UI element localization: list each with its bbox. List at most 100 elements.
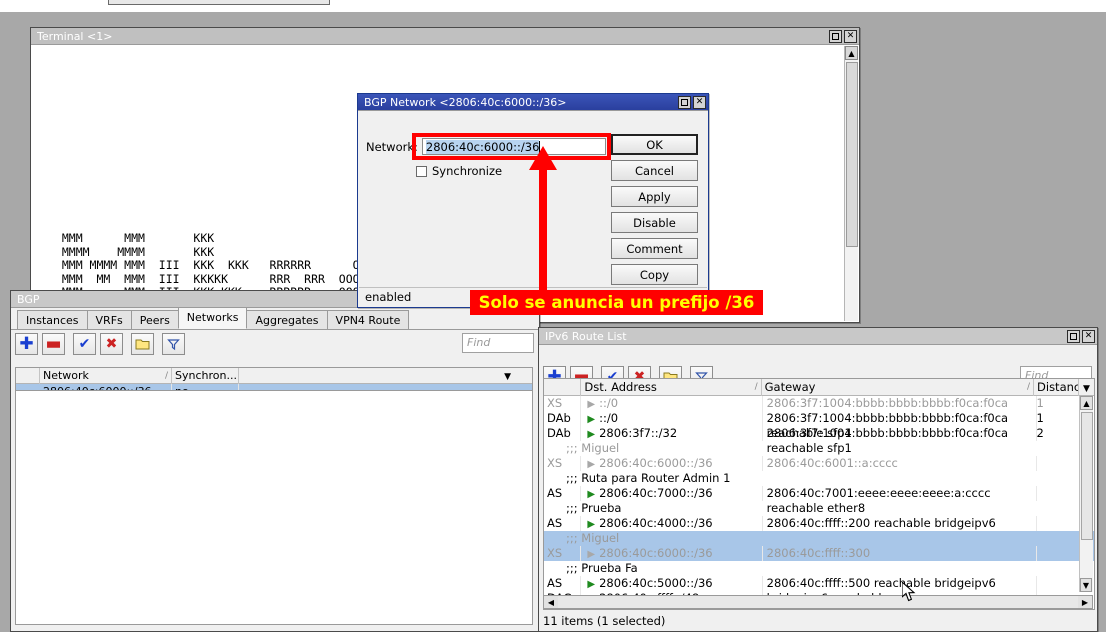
- scroll-thumb[interactable]: [1081, 412, 1093, 540]
- cancel-button[interactable]: Cancel: [611, 160, 698, 181]
- route-comment-row[interactable]: ;;; Miguel: [544, 531, 1094, 546]
- disable-button[interactable]: Disable: [611, 212, 698, 233]
- route-dst-address: ▶2806:40c:5000::/36: [581, 576, 762, 591]
- filter-button[interactable]: [162, 333, 185, 355]
- comment-button[interactable]: Comment: [611, 238, 698, 259]
- enable-button[interactable]: ✔: [73, 333, 96, 355]
- route-dst-text: 2806:40c:5000::/36: [599, 576, 713, 590]
- route-dst-address: ▶2806:3f7::/32: [581, 426, 762, 441]
- route-list-titlebar[interactable]: IPv6 Route List ✕: [539, 328, 1097, 345]
- close-icon[interactable]: ✕: [1082, 330, 1095, 343]
- sort-ascending-icon: /: [1027, 379, 1030, 396]
- tab-vpn4-route[interactable]: VPN4 Route: [327, 310, 410, 329]
- networks-list-body[interactable]: [15, 391, 533, 625]
- route-flags: DAb: [544, 411, 581, 426]
- tab-peers[interactable]: Peers: [131, 310, 179, 329]
- maximize-icon[interactable]: [678, 96, 691, 109]
- route-dst-address: ▶2806:40c:4000::/36: [581, 516, 762, 531]
- sort-ascending-icon: /: [165, 368, 168, 384]
- route-row[interactable]: DAb▶::/02806:3f7:1004:bbbb:bbbb:bbbb:f0c…: [544, 411, 1094, 426]
- ok-button[interactable]: OK: [611, 134, 698, 155]
- ipv6-route-list-window[interactable]: IPv6 Route List ✕ ✚ ▬ ✔ ✖ Find: [538, 327, 1098, 632]
- col-dst-label: Dst. Address: [584, 380, 656, 394]
- route-vertical-scrollbar[interactable]: ▲ ▼: [1079, 396, 1093, 592]
- maximize-icon[interactable]: [1067, 330, 1080, 343]
- tab-networks[interactable]: Networks: [178, 307, 248, 329]
- copy-button[interactable]: Copy: [611, 264, 698, 285]
- route-horizontal-scrollbar[interactable]: ◀ ▶: [543, 595, 1093, 609]
- col-gateway[interactable]: Gateway /: [762, 379, 1034, 396]
- bgp-tabs[interactable]: Instances VRFs Peers Networks Aggregates…: [11, 308, 539, 330]
- networks-column-headers[interactable]: Network / Synchron... ▼: [16, 368, 532, 384]
- route-comment-text: ;;; Miguel: [544, 441, 619, 456]
- col-synchronize[interactable]: Synchron...: [172, 368, 239, 384]
- terminal-scrollbar[interactable]: ▲: [844, 46, 858, 321]
- route-row[interactable]: XS▶2806:40c:6000::/362806:40c:6001::a:cc…: [544, 456, 1094, 471]
- col-network[interactable]: Network /: [40, 368, 172, 384]
- scroll-down-icon[interactable]: ▼: [1080, 578, 1092, 592]
- bgp-network-dialog[interactable]: BGP Network <2806:40c:6000::/36> ✕ Netwo…: [357, 93, 709, 308]
- route-flags: XS: [544, 396, 581, 411]
- route-row[interactable]: AS▶2806:40c:7000::/362806:40c:7001:eeee:…: [544, 486, 1094, 501]
- terminal-titlebar[interactable]: Terminal <1> ✕: [31, 28, 859, 45]
- route-comment-row[interactable]: ;;; Prueba Fa: [544, 561, 1094, 576]
- route-comment-text: ;;; Miguel: [544, 531, 619, 546]
- tab-instances[interactable]: Instances: [17, 310, 88, 329]
- col-dst-address[interactable]: Dst. Address /: [581, 379, 761, 396]
- route-column-headers[interactable]: Dst. Address / Gateway / Distance ▼: [544, 379, 1094, 396]
- route-row[interactable]: XS▶2806:40c:6000::/362806:40c:ffff::300: [544, 546, 1094, 561]
- route-row[interactable]: DAb▶2806:3f7::/322806:3f7:1004:bbbb:bbbb…: [544, 426, 1094, 441]
- tab-aggregates[interactable]: Aggregates: [246, 310, 327, 329]
- network-field-row: Network: 2806:40c:6000::/36: [366, 138, 606, 155]
- bgp-toolbar[interactable]: ✚ ▬ ✔ ✖ Find: [11, 330, 539, 358]
- route-comment-text: ;;; Ruta para Router Admin 1: [544, 471, 730, 486]
- route-flags: AS: [544, 486, 581, 501]
- find-input[interactable]: Find: [462, 333, 534, 353]
- scroll-thumb[interactable]: [846, 62, 858, 247]
- row-icon-cell: [16, 384, 40, 391]
- cell-synchronize: no: [172, 384, 239, 391]
- col-icon[interactable]: [16, 368, 40, 384]
- scroll-left-icon[interactable]: ◀: [544, 596, 558, 608]
- route-list-grid[interactable]: Dst. Address / Gateway / Distance ▼ XS▶:…: [543, 378, 1095, 610]
- scroll-right-icon[interactable]: ▶: [1078, 596, 1092, 608]
- col-flags[interactable]: [544, 379, 581, 396]
- comment-button[interactable]: [131, 333, 154, 355]
- remove-button[interactable]: ▬: [42, 333, 65, 355]
- scroll-up-icon[interactable]: ▲: [845, 46, 858, 60]
- maximize-icon[interactable]: [829, 30, 842, 43]
- col-menu[interactable]: ▼: [239, 368, 514, 384]
- dialog-title: BGP Network <2806:40c:6000::/36>: [364, 96, 678, 109]
- route-comment-row[interactable]: ;;; Ruta para Router Admin 1: [544, 471, 1094, 486]
- route-dst-text: 2806:40c:7000::/36: [599, 486, 713, 500]
- dialog-window-buttons[interactable]: ✕: [678, 96, 706, 109]
- route-row[interactable]: AS▶2806:40c:5000::/362806:40c:ffff::500 …: [544, 576, 1094, 591]
- disable-button[interactable]: ✖: [100, 333, 123, 355]
- close-icon[interactable]: ✕: [693, 96, 706, 109]
- col-distance[interactable]: Distance: [1034, 379, 1079, 396]
- route-row[interactable]: XS▶::/02806:3f7:1004:bbbb:bbbb:bbbb:f0ca…: [544, 396, 1094, 411]
- scroll-up-icon[interactable]: ▲: [1080, 396, 1093, 410]
- synchronize-label: Synchronize: [432, 164, 502, 178]
- network-input[interactable]: 2806:40c:6000::/36: [422, 138, 606, 155]
- col-menu[interactable]: ▼: [1079, 379, 1094, 396]
- synchronize-row[interactable]: Synchronize: [416, 164, 502, 178]
- x-mark-icon: ✖: [106, 337, 118, 351]
- table-row[interactable]: 2806:40c:6000::/36 no: [16, 384, 532, 391]
- apply-button[interactable]: Apply: [611, 186, 698, 207]
- dialog-body: Network: 2806:40c:6000::/36 Synchronize …: [358, 112, 708, 307]
- synchronize-checkbox[interactable]: [416, 166, 427, 177]
- route-dst-address: ▶2806:40c:6000::/36: [581, 456, 762, 471]
- route-dst-address: ▶::/0: [581, 411, 762, 426]
- close-icon[interactable]: ✕: [844, 30, 857, 43]
- route-flags: XS: [544, 456, 581, 471]
- dialog-titlebar[interactable]: BGP Network <2806:40c:6000::/36> ✕: [358, 94, 708, 111]
- route-list-window-buttons[interactable]: ✕: [1067, 330, 1095, 343]
- tab-vrfs[interactable]: VRFs: [87, 310, 132, 329]
- route-row[interactable]: AS▶2806:40c:4000::/362806:40c:ffff::200 …: [544, 516, 1094, 531]
- terminal-window-buttons[interactable]: ✕: [829, 30, 857, 43]
- route-direction-icon: ▶: [587, 429, 595, 440]
- route-rows-container[interactable]: XS▶::/02806:3f7:1004:bbbb:bbbb:bbbb:f0ca…: [544, 396, 1094, 606]
- add-button[interactable]: ✚: [15, 333, 38, 355]
- bgp-window[interactable]: BGP Instances VRFs Peers Networks Aggreg…: [10, 290, 540, 632]
